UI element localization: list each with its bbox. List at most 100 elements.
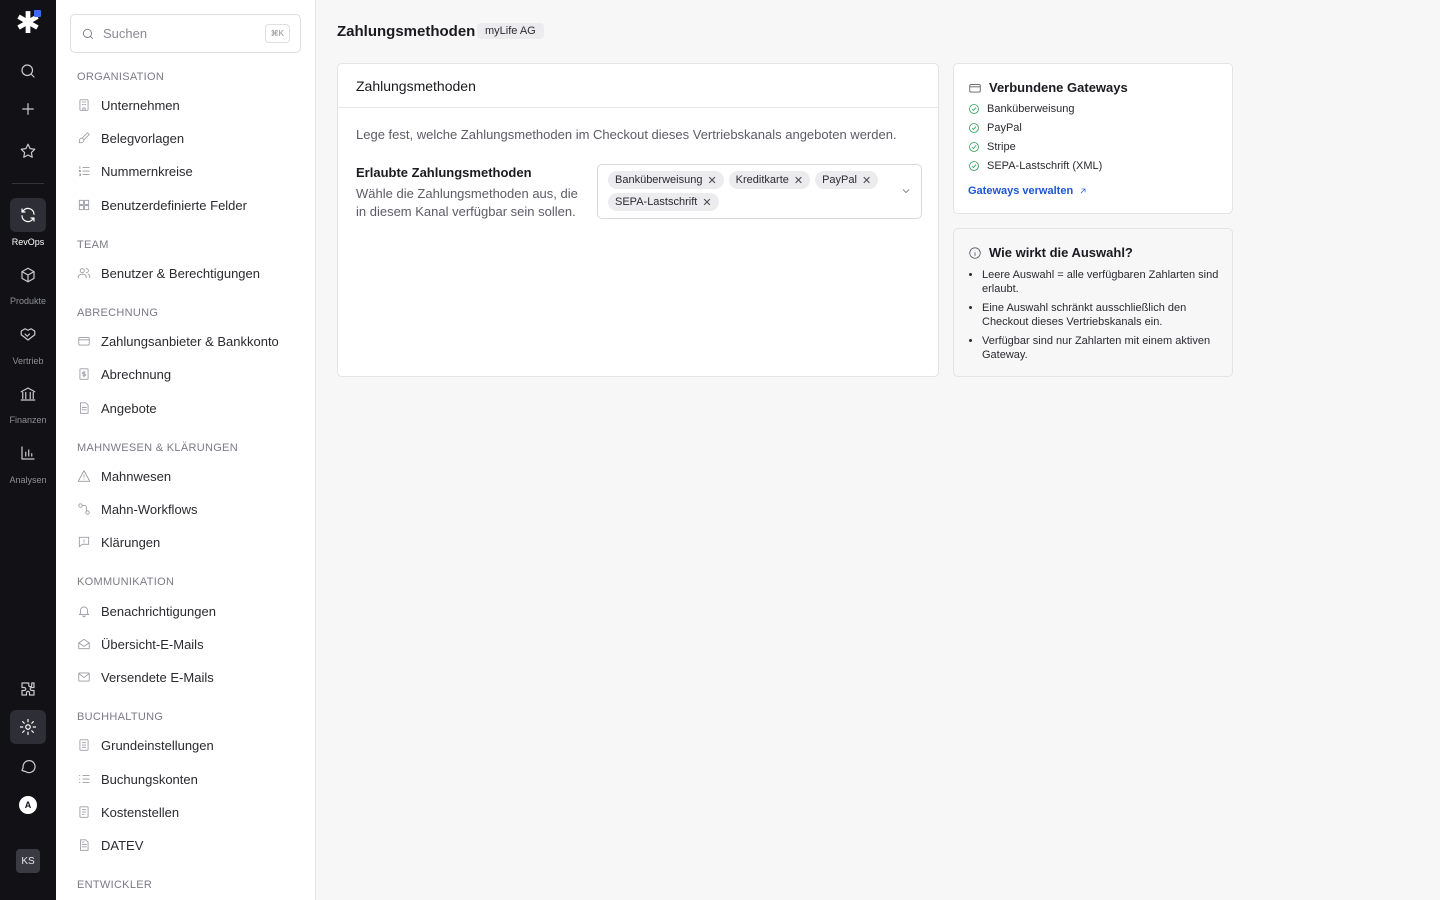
remove-chip-icon[interactable]: ✕ [702,196,711,209]
user-avatar[interactable]: KS [16,849,40,873]
sidebar-item-abrechnung[interactable]: Abrechnung [77,361,302,387]
sidebar-item-benachrichtigungen[interactable]: Benachrichtigungen [77,598,302,624]
gear-icon[interactable] [10,710,46,744]
rail-label-vertrieb[interactable]: Vertrieb [0,356,56,366]
list-ordered-icon [78,166,90,177]
remove-chip-icon[interactable]: ✕ [794,174,803,187]
package-icon[interactable] [10,258,46,292]
workspace-avatar[interactable]: A [19,796,37,814]
info-point: Eine Auswahl schränkt ausschließlich den… [982,301,1222,329]
handshake-icon[interactable] [10,317,46,351]
warning-icon [77,470,91,482]
revops-icon[interactable] [10,198,46,232]
document-icon [80,402,89,414]
info-point: Leere Auswahl = alle verfügbaren Zahlart… [982,268,1222,296]
manage-gateways-label: Gateways verwalten [968,185,1074,197]
rail-label-produkte[interactable]: Produkte [0,296,56,306]
sidebar-item-benutzerdefinierte-felder[interactable]: Benutzerdefinierte Felder [77,192,302,218]
chip-label: PayPal [822,174,857,186]
check-circle-icon [969,123,979,133]
remove-chip-icon[interactable]: ✕ [707,174,716,187]
file-text-icon [80,839,89,851]
rail-label-revops[interactable]: RevOps [0,237,56,247]
ledger-icon [79,739,89,751]
app-rail: ✱ RevOps Produkte Vertrieb Finanzen Anal… [0,0,56,900]
sidebar-item-benutzer-berechtigungen[interactable]: Benutzer & Berechtigungen [77,260,302,286]
sidebar-item-label: Klärungen [101,534,161,550]
sidebar-item-label: Abrechnung [101,366,172,382]
gateways-card: Verbundene Gateways Banküberweisung PayP… [953,63,1233,214]
sidebar-item-label: Mahn-Workflows [101,501,198,517]
rail-label-finanzen[interactable]: Finanzen [0,415,56,425]
puzzle-icon[interactable] [10,672,46,706]
gateway-name: PayPal [987,122,1022,134]
chip-bankueberweisung: Banküberweisung ✕ [608,171,724,189]
sidebar-item-label: Zahlungsanbieter & Bankkonto [101,333,279,349]
info-list: Leere Auswahl = alle verfügbaren Zahlart… [982,268,1222,367]
chart-icon[interactable] [10,436,46,470]
sidebar-item-zahlungsanbieter[interactable]: Zahlungsanbieter & Bankkonto [77,328,302,354]
gateway-name: Stripe [987,141,1016,153]
section-team: Team [77,239,109,251]
info-point: Verfügbar sind nur Zahlarten mit einem a… [982,334,1222,362]
sidebar-item-label: Benutzer & Berechtigungen [101,265,260,281]
sidebar-item-label: Kostenstellen [101,804,180,820]
sidebar-item-versendete-emails[interactable]: Versendete E-Mails [77,664,302,690]
card-description: Lege fest, welche Zahlungsmethoden im Ch… [356,127,897,142]
rail-divider [12,183,44,184]
gateways-title: Verbundene Gateways [989,80,1128,95]
sidebar-item-label: Versendete E-Mails [101,669,214,685]
info-icon [969,246,981,259]
app-logo[interactable]: ✱ [14,9,42,39]
message-square-icon [78,536,90,548]
bell-icon [78,606,90,618]
receipt-icon [79,806,89,818]
section-mahnwesen: Mahnwesen & Klärungen [77,442,238,454]
check-circle-icon [969,142,979,152]
sidebar-item-mahn-workflows[interactable]: Mahn-Workflows [77,496,302,522]
section-organisation: Organisation [77,71,165,83]
bank-icon[interactable] [10,377,46,411]
sidebar-item-uebersicht-emails[interactable]: Übersicht-E-Mails [77,631,302,657]
sidebar-item-unternehmen[interactable]: Unternehmen [77,92,302,118]
sidebar-item-belegvorlagen[interactable]: Belegvorlagen [77,125,302,151]
sidebar-item-nummernkreise[interactable]: Nummernkreise [77,158,302,184]
sidebar-item-mahnwesen[interactable]: Mahnwesen [77,463,302,489]
sidebar-item-kostenstellen[interactable]: Kostenstellen [77,799,302,825]
page-title: Zahlungsmethoden [337,23,476,40]
mail-icon [78,672,90,682]
sidebar-item-label: Buchungskonten [101,771,198,787]
sidebar-item-label: Belegvorlagen [101,130,185,146]
remove-chip-icon[interactable]: ✕ [862,174,871,187]
manage-gateways-link[interactable]: Gateways verwalten [968,185,1088,197]
sidebar-item-klaerungen[interactable]: Klärungen [77,529,302,555]
sidebar-item-angebote[interactable]: Angebote [77,395,302,421]
card-title: Zahlungsmethoden [338,64,938,108]
sidebar-item-label: Nummernkreise [101,163,193,179]
search-icon[interactable] [10,54,46,88]
check-circle-icon [969,104,979,114]
field-label: Erlaubte Zahlungsmethoden [356,165,532,180]
info-title: Wie wirkt die Auswahl? [989,245,1133,260]
sidebar-item-label: Angebote [101,400,157,416]
gateway-name: Banküberweisung [987,103,1075,115]
sidebar-item-datev[interactable]: DATEV [77,832,302,858]
rail-label-analysen[interactable]: Analysen [0,475,56,485]
list-icon [78,775,90,783]
plus-icon[interactable] [10,92,46,126]
chevron-down-icon[interactable] [900,185,912,197]
org-badge: myLife AG [477,23,544,39]
search-input[interactable]: Suchen ⌘K [70,14,301,53]
sidebar-item-label: Übersicht-E-Mails [101,636,204,652]
info-card: Wie wirkt die Auswahl? Leere Auswahl = a… [953,228,1233,377]
sidebar-item-buchungskonten[interactable]: Buchungskonten [77,766,302,792]
sidebar-item-grundeinstellungen[interactable]: Grundeinstellungen [77,732,302,758]
gateway-item: Banküberweisung [968,103,1074,115]
chat-icon[interactable] [10,749,46,783]
payment-methods-multiselect[interactable]: Banküberweisung ✕ Kreditkarte ✕ PayPal ✕ SE… [597,164,922,219]
sidebar-item-label: Benutzerdefinierte Felder [101,197,247,213]
section-entwickler: Entwickler [77,879,153,891]
star-icon[interactable] [10,134,46,168]
section-abrechnung: Abrechnung [77,307,159,319]
sidebar-item-label: Mahnwesen [101,468,172,484]
